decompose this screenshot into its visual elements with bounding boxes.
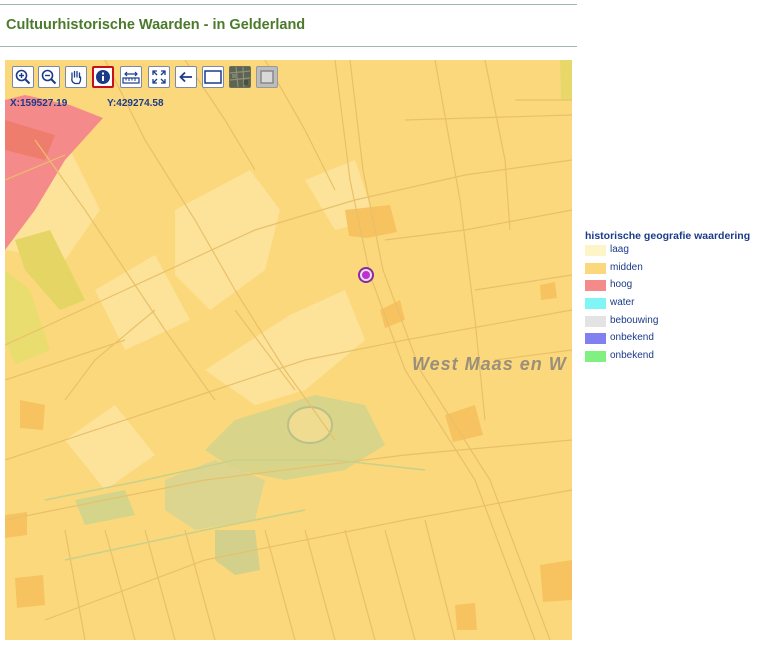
legend-label: laag [610,244,629,255]
legend-swatch [585,298,606,310]
legend-swatch [585,245,606,256]
map-viewport[interactable]: X:159527.19 Y:429274.58 West Maas en W [5,60,572,640]
y-coordinate: Y:429274.58 [107,98,164,109]
zoom-in-icon [15,69,31,85]
legend-swatch [585,315,606,327]
legend-label: hoog [610,279,633,291]
title-rule [0,46,577,47]
page-title: Cultuurhistorische Waarden - in Gelderla… [6,17,306,33]
legend-label: water [610,297,635,309]
legend-item: midden [585,262,750,280]
layer-icon [260,70,274,84]
legend-label: bebouwing [610,314,659,326]
legend-swatch [585,351,606,363]
full-extent-button[interactable] [148,66,170,88]
map-canvas[interactable] [5,60,572,640]
legend-label: onbekend [610,350,654,362]
map-view-icon [204,70,222,84]
measure-button[interactable] [120,66,142,88]
expand-icon [152,70,166,84]
place-label: West Maas en W [412,354,567,374]
map-legend: historische geografie waardering laag mi… [585,230,750,368]
map-view-button[interactable] [202,66,224,88]
zoom-in-button[interactable] [12,66,34,88]
zoom-out-icon [41,69,57,85]
arrow-left-icon [179,71,192,83]
back-button[interactable] [175,66,197,88]
legend-item: water [585,297,750,315]
legend-item: onbekend [585,350,750,368]
x-coordinate: X:159527.19 [10,98,68,109]
top-rule [0,4,577,5]
info-button[interactable] [92,66,114,88]
hand-icon [71,70,82,85]
legend-item: onbekend [585,332,750,350]
zoom-out-button[interactable] [38,66,60,88]
legend-swatch [585,262,606,274]
layer-view-button[interactable] [256,66,278,88]
legend-item: laag [585,244,750,262]
legend-label: midden [610,261,643,273]
legend-item: hoog [585,279,750,297]
pan-button[interactable] [65,66,87,88]
legend-item: bebouwing [585,315,750,333]
aerial-photo-icon [230,67,250,87]
legend-title: historische geografie waardering [585,230,751,242]
legend-swatch [585,333,606,345]
legend-label: onbekend [610,332,654,344]
location-marker-icon[interactable] [358,267,374,283]
aerial-view-button[interactable] [229,66,251,88]
info-icon [96,70,110,84]
measure-icon [122,71,140,84]
legend-swatch [585,280,606,292]
